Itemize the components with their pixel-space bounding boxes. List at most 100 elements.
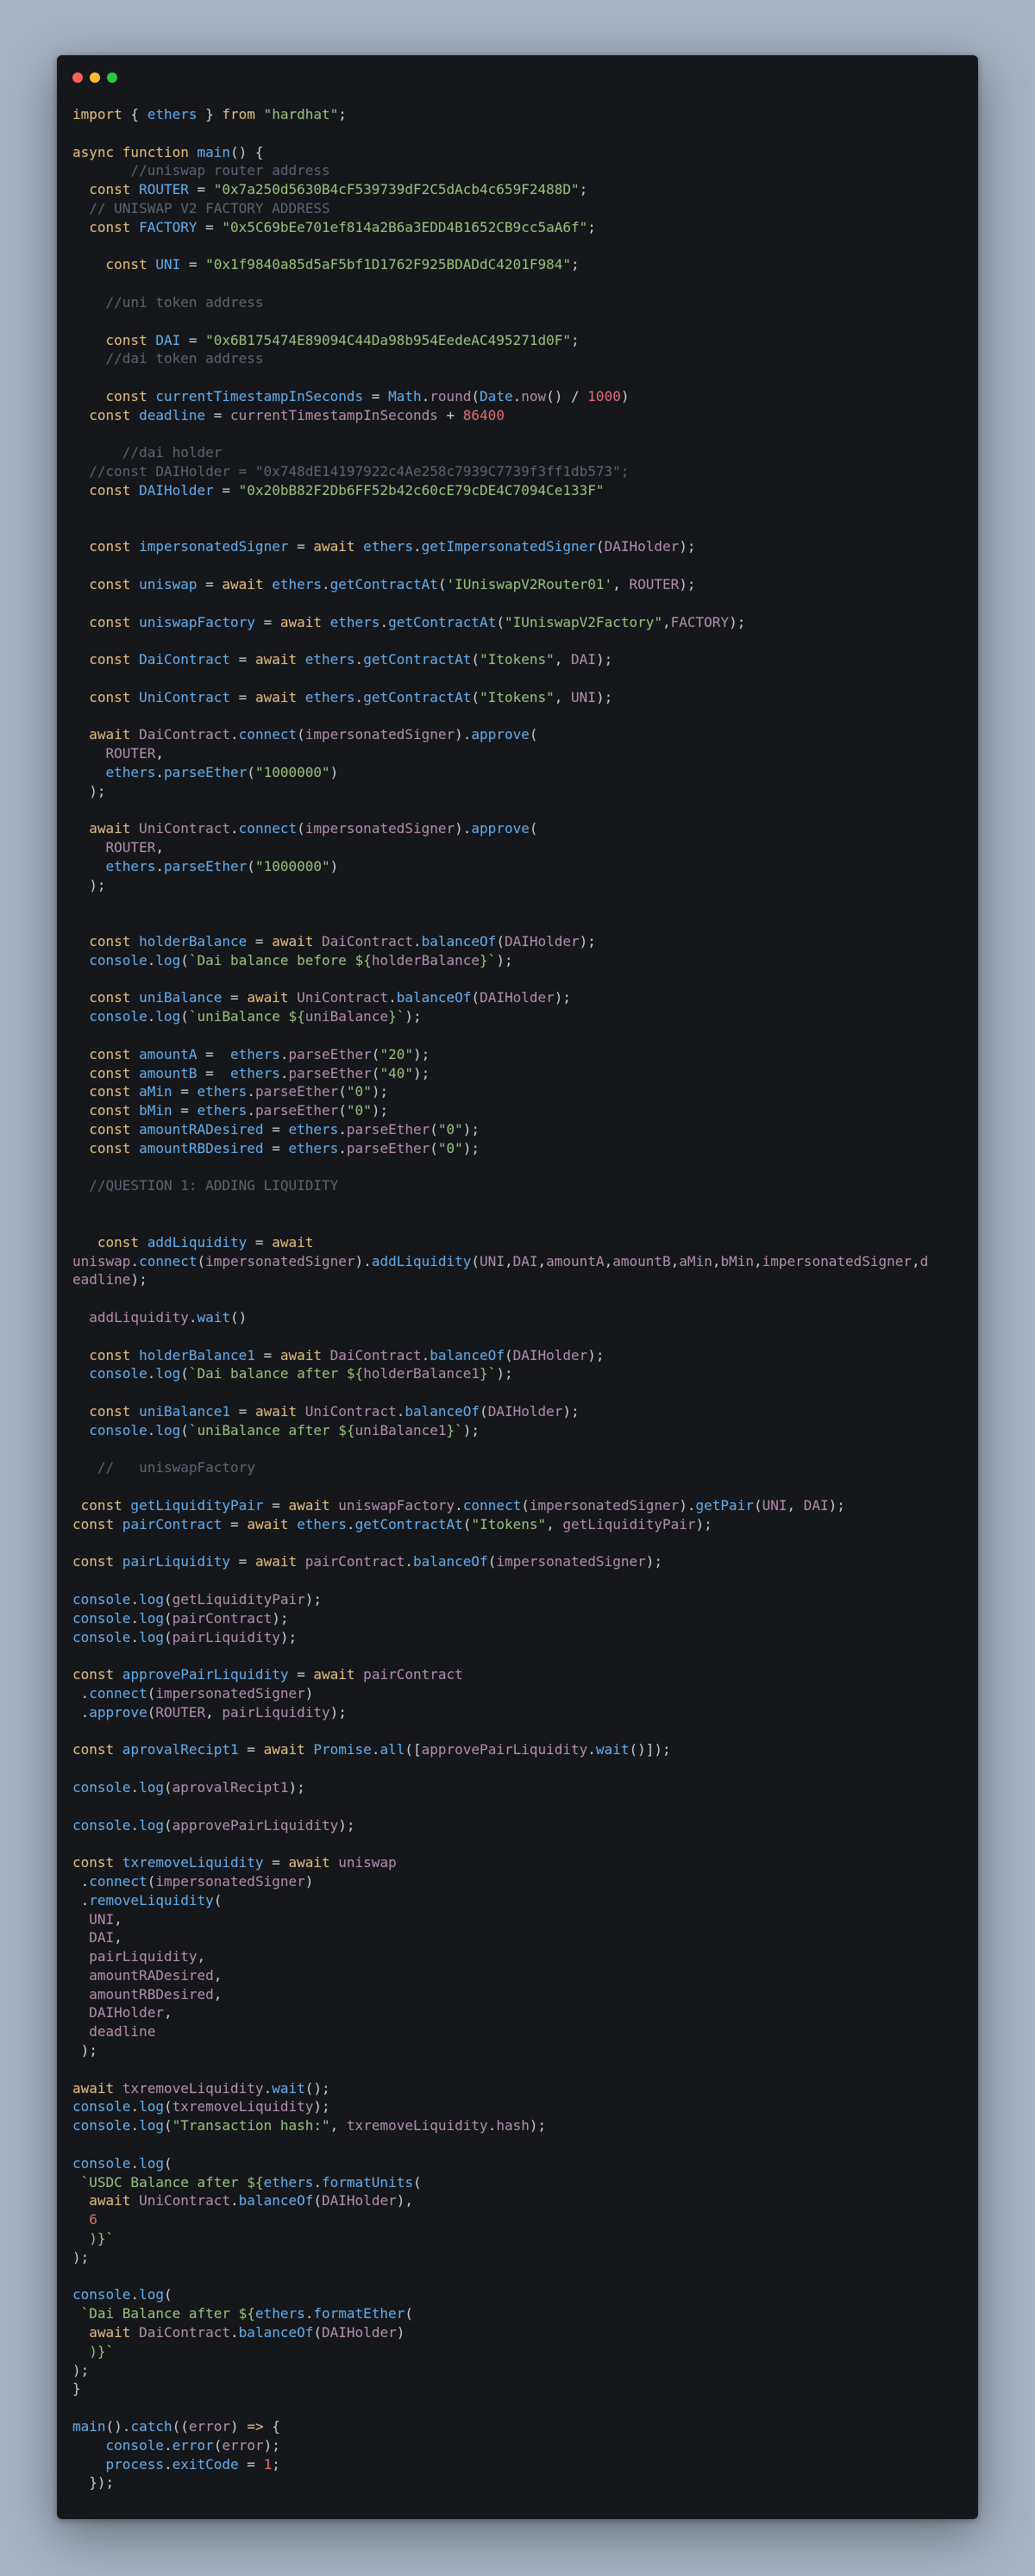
- code-token: );: [595, 651, 613, 668]
- code-line: const UniContract = await ethers.getCont…: [72, 688, 966, 707]
- code-token: DaiContract: [130, 726, 231, 743]
- code-token: .: [412, 933, 422, 950]
- code-token: await: [279, 1346, 323, 1363]
- code-token: =: [197, 218, 223, 235]
- code-token: ((: [172, 2418, 189, 2435]
- code-token: });: [72, 2474, 115, 2491]
- code-token: uniswap: [329, 1854, 397, 1871]
- code-token: =: [263, 1496, 289, 1514]
- code-token: "IUniswapV2Factory": [504, 613, 662, 630]
- code-token: ethers: [230, 1064, 280, 1081]
- code-token: parseEther: [254, 1102, 339, 1119]
- code-token: amountA: [130, 1045, 198, 1062]
- code-token: );: [72, 2361, 90, 2379]
- code-token: holderBalance: [371, 951, 480, 968]
- code-token: const: [72, 1064, 131, 1081]
- code-token: wait: [595, 1741, 630, 1758]
- code-token: );: [579, 933, 596, 950]
- code-token: log: [139, 2286, 164, 2303]
- code-token: );: [679, 538, 696, 555]
- code-line: deadline: [72, 2022, 966, 2041]
- code-line: console.log(txremoveLiquidity);: [72, 2097, 966, 2116]
- code-token: 1: [263, 2455, 273, 2473]
- code-token: currentTimestampInSeconds: [147, 387, 364, 404]
- code-token: UNI: [72, 1910, 115, 1927]
- code-line: await UniContract.balanceOf(DAIHolder),: [72, 2191, 966, 2210]
- code-token: impersonatedSigner: [205, 1252, 355, 1269]
- code-token: .: [371, 1741, 380, 1758]
- code-token: .: [421, 387, 430, 404]
- code-token: .: [130, 1778, 140, 1796]
- code-token: .: [230, 820, 239, 837]
- code-token: .: [230, 2192, 239, 2209]
- code-token: UNI: [762, 1496, 787, 1514]
- code-line: const amountA = ethers.parseEther("20");: [72, 1045, 966, 1064]
- code-token: ).: [354, 1252, 372, 1269]
- code-token: ethers: [354, 538, 413, 555]
- code-token: .: [130, 1590, 140, 1608]
- code-token: ethers: [230, 1045, 280, 1062]
- zoom-window-button[interactable]: [107, 72, 117, 83]
- code-token: (: [405, 2305, 413, 2322]
- code-line: const holderBalance = await DaiContract.…: [72, 932, 966, 951]
- code-token: =: [263, 1854, 289, 1871]
- close-window-button[interactable]: [72, 72, 83, 83]
- code-token: async function: [72, 143, 189, 160]
- code-token: balanceOf: [238, 2324, 314, 2341]
- code-token: parseEther: [346, 1139, 430, 1156]
- minimize-window-button[interactable]: [90, 72, 100, 83]
- code-token: log: [139, 2117, 164, 2134]
- code-token: () {: [230, 143, 264, 160]
- code-token: ;: [570, 331, 580, 348]
- code-token: await: [247, 989, 289, 1006]
- code-token: =: [222, 1515, 248, 1532]
- code-token: (: [247, 763, 255, 780]
- code-token: FACTORY: [670, 613, 730, 630]
- code-token: now: [521, 387, 547, 404]
- code-line: const uniBalance = await UniContract.bal…: [72, 988, 966, 1007]
- code-token: const: [72, 989, 131, 1006]
- code-token: .: [163, 2455, 172, 2473]
- code-token: //dai holder: [72, 444, 223, 461]
- code-token: amountB: [130, 1064, 198, 1081]
- code-token: `uniBalance after ${: [188, 1421, 355, 1438]
- code-token: UniContract: [130, 820, 231, 837]
- code-token: =: [230, 1553, 255, 1570]
- code-token: .: [72, 1703, 90, 1720]
- code-line: await UniContract.connect(impersonatedSi…: [72, 819, 966, 838]
- code-token: ROUTER: [155, 1703, 206, 1720]
- code-token: const: [72, 1666, 115, 1683]
- code-token: const: [72, 1102, 131, 1119]
- code-token: ROUTER: [130, 181, 189, 198]
- code-token: DAIHolder: [480, 989, 555, 1006]
- code-token: impersonatedSigner: [130, 538, 289, 555]
- code-token: await: [272, 1233, 314, 1250]
- code-token: uniBalance1: [354, 1421, 447, 1438]
- code-token: parseEther: [288, 1064, 372, 1081]
- code-token: log: [139, 1609, 164, 1626]
- code-token: connect: [462, 1496, 522, 1514]
- code-token: DaiContract: [130, 651, 231, 668]
- code-token: "0": [437, 1139, 463, 1156]
- code-token: (: [147, 1872, 156, 1890]
- code-token: ),: [396, 2192, 413, 2209]
- code-token: ethers: [297, 651, 355, 668]
- code-line: );: [72, 782, 966, 801]
- window-titlebar: [57, 55, 978, 98]
- code-token: d: [919, 1252, 929, 1269]
- code-token: ()]);: [629, 1741, 671, 1758]
- code-token: ethers: [72, 763, 156, 780]
- code-token: DaiContract: [313, 933, 413, 950]
- code-line: const holderBalance1 = await DaiContract…: [72, 1346, 966, 1365]
- code-token: pairContract: [172, 1609, 273, 1626]
- code-token: pairLiquidity: [222, 1703, 330, 1720]
- code-token: (: [180, 951, 189, 968]
- code-token: (: [753, 1496, 762, 1514]
